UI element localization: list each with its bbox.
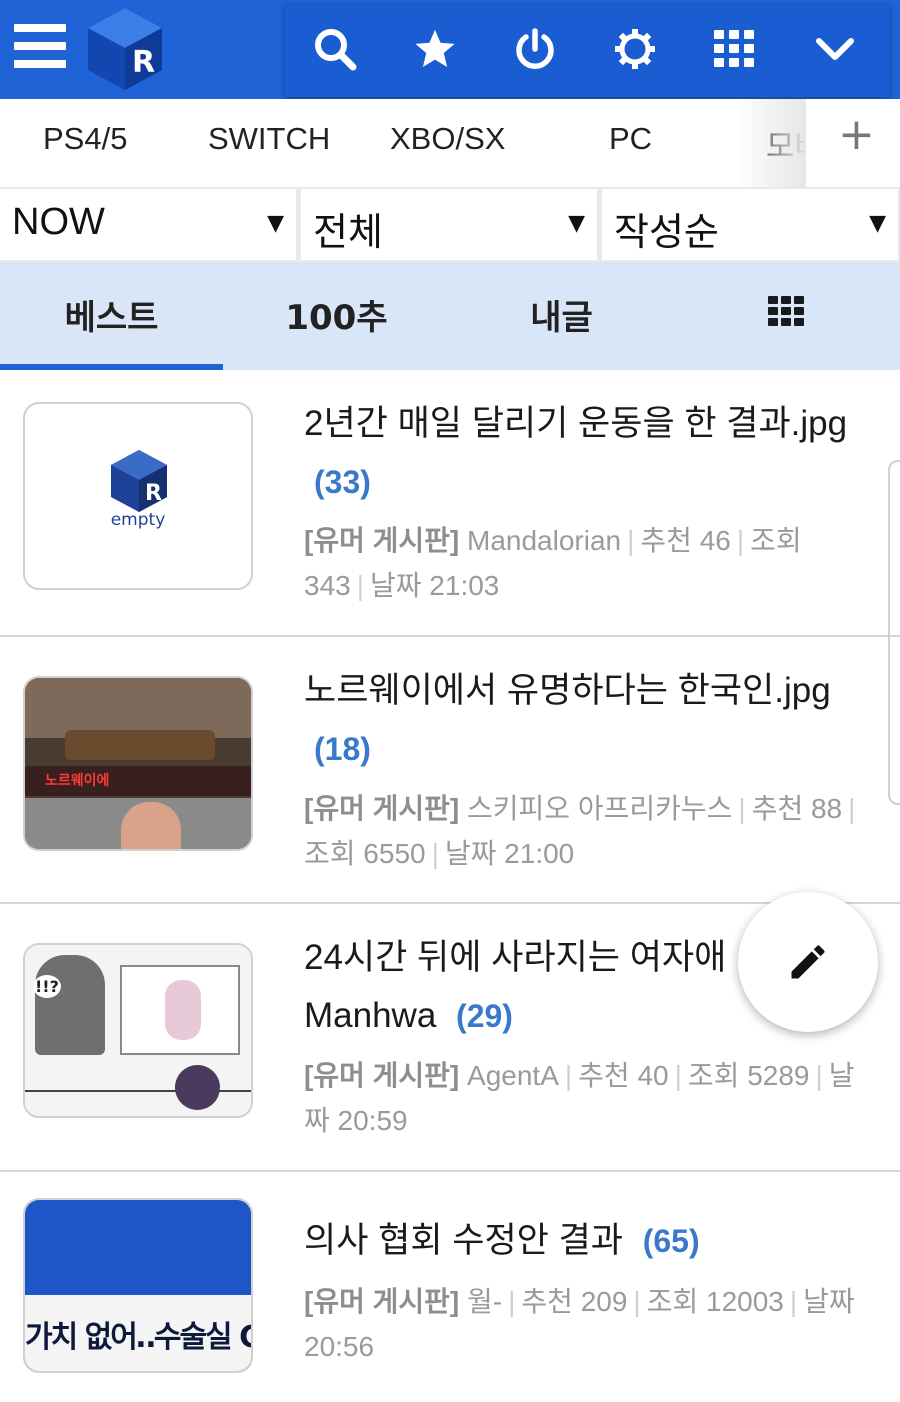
star-icon[interactable] — [407, 24, 463, 74]
author-name[interactable]: 월- — [467, 1286, 502, 1317]
post-title-text: 노르웨이에서 유명하다는 한국인.jpg — [304, 671, 831, 710]
view-count: 조회 6550 — [304, 838, 426, 869]
write-post-button[interactable] — [738, 892, 878, 1032]
thumb-caption: 노르웨이에 — [45, 773, 110, 789]
ruliweb-logo-icon[interactable]: R — [82, 6, 168, 92]
tab-pc[interactable]: PC — [609, 121, 652, 157]
category-filter-value: 전체 — [313, 212, 383, 254]
like-count: 추천 209 — [521, 1286, 628, 1317]
author-name[interactable]: Mandalorian — [467, 525, 621, 556]
time-filter-select[interactable]: NOW ▼ — [0, 189, 296, 260]
post-title-text: 2년간 매일 달리기 운동을 한 결과.jpg — [304, 404, 848, 443]
post-thumbnail[interactable]: !!? — [23, 943, 253, 1118]
board-name: [유머 게시판] — [304, 1060, 460, 1091]
author-name[interactable]: AgentA — [467, 1060, 559, 1091]
comment-count: (29) — [456, 998, 513, 1034]
post-date: 날짜 21:03 — [370, 570, 500, 601]
tab-my-posts[interactable]: 내글 — [450, 290, 673, 339]
like-count: 추천 40 — [578, 1060, 669, 1091]
divider — [0, 902, 900, 904]
post-title[interactable]: 24시간 뒤에 사라지는 여자애 Manhwa (29) — [304, 929, 744, 1045]
category-filter-select[interactable]: 전체 ▼ — [301, 189, 597, 260]
tab-scroll-fade — [735, 99, 807, 187]
pencil-icon — [791, 945, 825, 979]
post-meta: [유머 게시판] AgentA | 추천 40 | 조회 5289 | 날짜 20:59 — [304, 1060, 855, 1136]
tab-switch[interactable]: SWITCH — [208, 121, 330, 157]
post-meta: [유머 게시판] Mandalorian | 추천 46 | 조회 343 | 날짜 21:… — [304, 525, 802, 601]
post-title[interactable]: 의사 협회 수정안 결과 (65) — [304, 1212, 884, 1270]
post-title-text: 24시간 뒤에 사라지는 여자애 Manhwa — [304, 938, 727, 1035]
like-count: 추천 88 — [751, 793, 843, 824]
like-count: 추천 46 — [640, 525, 731, 556]
power-icon[interactable] — [507, 24, 563, 74]
tab-100-recommend[interactable]: 100추 — [225, 290, 448, 339]
comment-count: (65) — [642, 1223, 700, 1259]
board-name: [유머 게시판] — [304, 793, 460, 824]
thumb-caption: 가치 없어‥수술실 C( — [25, 1320, 253, 1355]
post-thumbnail[interactable]: 노르웨이에 — [23, 676, 253, 851]
empty-logo-icon: R — [111, 450, 167, 512]
sort-filter-value: 작성순 — [614, 212, 719, 254]
divider — [0, 1170, 900, 1172]
add-tab-button[interactable]: + — [806, 99, 900, 187]
time-filter-value: NOW — [12, 201, 105, 243]
dropdown-arrow-icon: ▼ — [568, 211, 585, 236]
board-name: [유머 게시판] — [304, 525, 460, 556]
post-thumbnail[interactable]: R empty — [23, 402, 253, 590]
header-toolbar — [285, 4, 889, 97]
gear-icon[interactable] — [607, 24, 663, 74]
post-meta: [유머 게시판] 스키피오 아프리카누스 | 추천 88 |조회 6550 | 날짜 21… — [304, 793, 856, 869]
view-count: 조회 5289 — [687, 1060, 810, 1091]
board-name: [유머 게시판] — [304, 1286, 460, 1317]
chevron-down-icon[interactable] — [807, 24, 863, 74]
filter-bar: NOW ▼ 전체 ▼ 작성순 ▼ — [0, 187, 900, 262]
post-title-text: 의사 협회 수정안 결과 — [304, 1221, 623, 1260]
post-title[interactable]: 2년간 매일 달리기 운동을 한 결과.jpg (33) — [304, 395, 884, 511]
active-tab-indicator — [0, 364, 223, 370]
grid-icon[interactable] — [707, 24, 763, 74]
comment-count: (18) — [314, 731, 371, 767]
search-icon[interactable] — [307, 24, 363, 74]
post-meta: [유머 게시판] 월- | 추천 209 | 조회 12003 | 날짜 20:56 — [304, 1286, 855, 1362]
board-tabs: 베스트 100추 내글 — [0, 262, 900, 370]
plus-icon: + — [838, 109, 875, 160]
svg-text:R: R — [145, 481, 162, 506]
sort-filter-select[interactable]: 작성순 ▼ — [602, 189, 898, 260]
tab-ps45[interactable]: PS4/5 — [43, 121, 127, 157]
tab-best[interactable]: 베스트 — [0, 290, 223, 339]
post-thumbnail[interactable]: 가치 없어‥수술실 C( — [23, 1198, 253, 1373]
hamburger-icon[interactable] — [14, 24, 66, 68]
divider — [0, 635, 900, 637]
dropdown-arrow-icon: ▼ — [869, 211, 886, 236]
comment-count: (33) — [314, 464, 371, 500]
view-count: 조회 12003 — [646, 1286, 784, 1317]
empty-label: empty — [110, 510, 166, 530]
thumb-caption: !!? — [33, 975, 61, 998]
app-header: R — [0, 0, 900, 99]
grid-icon[interactable] — [768, 296, 806, 330]
svg-text:R: R — [132, 45, 155, 80]
post-title[interactable]: 노르웨이에서 유명하다는 한국인.jpg (18) — [304, 662, 884, 778]
tab-xbox[interactable]: XBO/SX — [390, 121, 505, 157]
post-date: 날짜 21:00 — [444, 838, 575, 869]
dropdown-arrow-icon: ▼ — [267, 211, 284, 236]
author-name[interactable]: 스키피오 아프리카누스 — [467, 793, 732, 824]
scrollbar[interactable] — [888, 460, 900, 805]
